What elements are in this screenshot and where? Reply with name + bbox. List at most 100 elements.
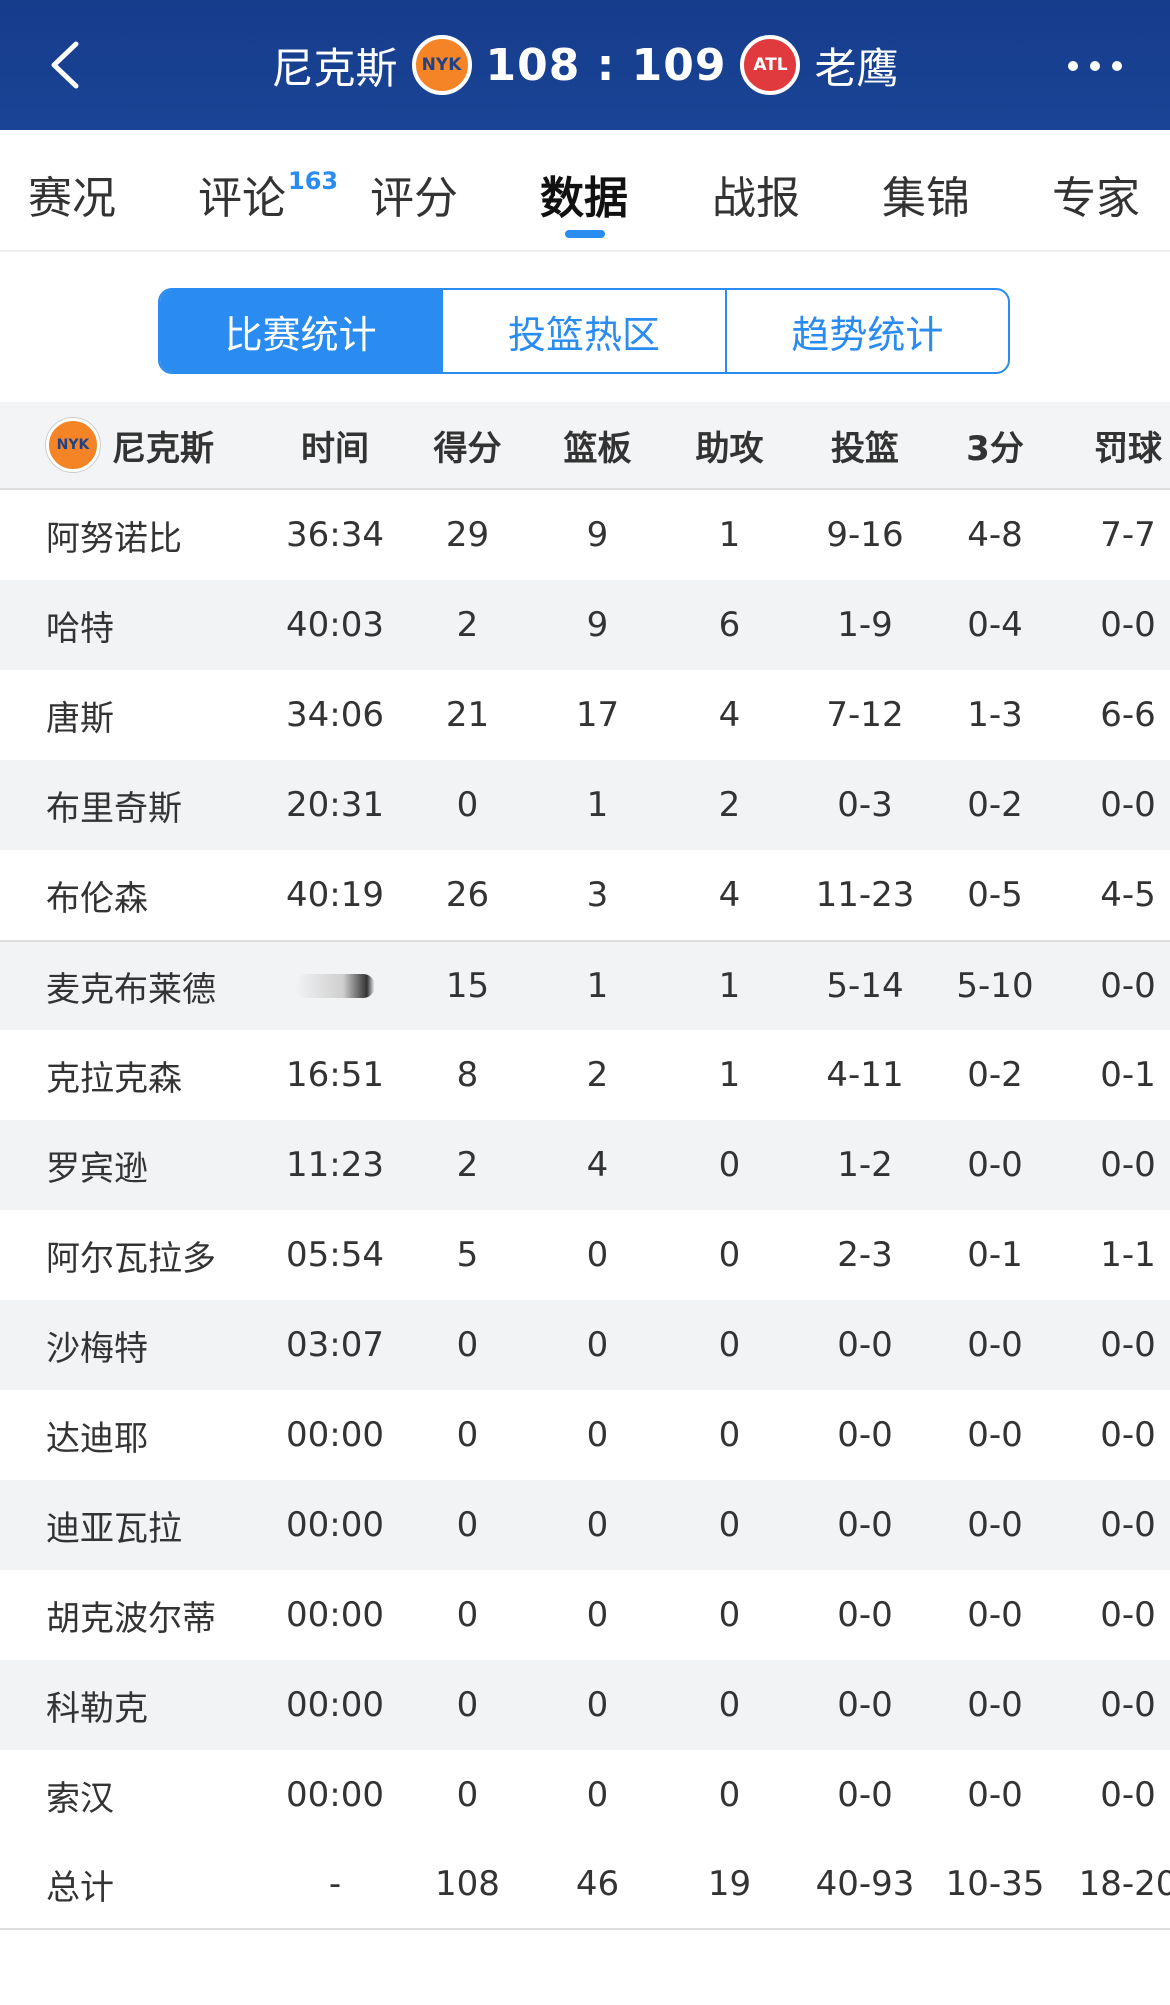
player-three-pointers: 1-3 [967,695,1023,735]
total-label: 总计 [46,1867,114,1908]
segment-game-stats[interactable]: 比赛统计 [160,290,444,372]
player-three-pointers: 4-8 [967,515,1023,555]
player-points: 5 [456,1235,479,1275]
player-field-goals: 0-0 [837,1595,893,1635]
player-three-pointers: 0-0 [967,1595,1023,1635]
col-header-three-pointers: 3分 [966,428,1024,469]
player-field-goals: 0-0 [837,1415,893,1455]
player-three-pointers: 0-5 [967,875,1023,915]
table-row[interactable]: 麦克布莱德 15 1 1 5-14 5-10 0-0 [0,940,1170,1030]
total-points: 108 [435,1864,500,1904]
player-assists: 0 [718,1685,741,1725]
table-row[interactable]: 罗宾逊 11:23 2 4 0 1-2 0-0 0-0 [0,1120,1170,1210]
more-dot-icon [1068,61,1078,71]
player-three-pointers: 0-2 [967,1055,1023,1095]
player-field-goals: 9-16 [826,515,904,555]
table-row[interactable]: 布里奇斯 20:31 0 1 2 0-3 0-2 0-0 [0,760,1170,850]
player-free-throws: 0-0 [1100,1325,1156,1365]
player-assists: 1 [718,966,741,1006]
player-assists: 0 [718,1595,741,1635]
player-free-throws: 0-0 [1100,966,1156,1006]
player-minutes: 03:07 [286,1325,384,1365]
table-row[interactable]: 克拉克森 16:51 8 2 1 4-11 0-2 0-1 [0,1030,1170,1120]
table-row[interactable]: 阿努诺比 36:34 29 9 1 9-16 4-8 7-7 [0,490,1170,580]
player-points: 21 [445,695,490,735]
table-row[interactable]: 阿尔瓦拉多 05:54 5 0 0 2-3 0-1 1-1 [0,1210,1170,1300]
player-rebounds: 1 [586,966,609,1006]
segment-trend-stats[interactable]: 趋势统计 [727,290,1008,372]
segment-shot-chart[interactable]: 投篮热区 [443,290,727,372]
player-points: 2 [456,1145,479,1185]
total-free-throws: 18-20 [1078,1864,1170,1904]
table-row[interactable]: 胡克波尔蒂 00:00 0 0 0 0-0 0-0 0-0 [0,1570,1170,1660]
player-minutes: 00:00 [286,1415,384,1455]
player-name: 阿尔瓦拉多 [46,1238,216,1279]
player-points: 26 [445,875,490,915]
tab-bar: 赛况 评论163 评分 数据 战报 集锦 专家 [0,130,1170,252]
player-three-pointers: 5-10 [956,966,1034,1006]
stats-segment-control: 比赛统计 投篮热区 趋势统计 [158,288,1010,374]
player-field-goals: 4-11 [826,1055,904,1095]
tab-comments[interactable]: 评论163 [198,162,338,226]
player-free-throws: 0-0 [1100,1685,1156,1725]
player-assists: 0 [718,1145,741,1185]
player-minutes: 34:06 [286,695,384,735]
box-score-table: NYK 尼克斯 时间 得分 篮板 助攻 投篮 3分 罚球 阿努诺比 36:34 29… [0,402,1170,1930]
player-assists: 1 [718,515,741,555]
scoreboard: 尼克斯 NYK 108 : 109 ATL 老鹰 [0,0,1170,130]
tab-highlights[interactable]: 集锦 [882,162,970,226]
player-rebounds: 2 [586,1055,609,1095]
player-field-goals: 0-0 [837,1685,893,1725]
col-header-assists: 助攻 [695,428,764,469]
tab-stats[interactable]: 数据 [540,162,628,226]
more-options-button[interactable] [1060,46,1130,86]
player-points: 2 [456,605,479,645]
player-free-throws: 6-6 [1100,695,1156,735]
player-points: 29 [445,515,490,555]
table-row[interactable]: 哈特 40:03 2 9 6 1-9 0-4 0-0 [0,580,1170,670]
player-rebounds: 0 [586,1415,609,1455]
player-free-throws: 4-5 [1100,875,1156,915]
col-header-free-throws: 罚球 [1094,428,1162,469]
player-three-pointers: 0-1 [967,1235,1023,1275]
player-free-throws: 0-0 [1100,785,1156,825]
player-rebounds: 0 [586,1595,609,1635]
more-dot-icon [1090,61,1100,71]
tab-experts[interactable]: 专家 [1052,162,1140,226]
table-row[interactable]: 索汉 00:00 0 0 0 0-0 0-0 0-0 [0,1750,1170,1840]
away-team-name: 老鹰 [814,43,899,93]
player-assists: 0 [718,1235,741,1275]
comments-count-badge: 163 [288,167,339,196]
player-name: 沙梅特 [46,1328,148,1369]
player-assists: 2 [718,785,741,825]
player-rebounds: 9 [586,605,609,645]
player-name: 迪亚瓦拉 [46,1508,182,1549]
player-name: 麦克布莱德 [46,969,216,1010]
table-row[interactable]: 唐斯 34:06 21 17 4 7-12 1-3 6-6 [0,670,1170,760]
player-three-pointers: 0-0 [967,1415,1023,1455]
game-score: 108 : 109 [485,39,727,91]
player-three-pointers: 0-2 [967,785,1023,825]
game-header: 尼克斯 NYK 108 : 109 ATL 老鹰 [0,0,1170,130]
table-row[interactable]: 科勒克 00:00 0 0 0 0-0 0-0 0-0 [0,1660,1170,1750]
tab-ratings[interactable]: 评分 [370,162,458,226]
table-row[interactable]: 达迪耶 00:00 0 0 0 0-0 0-0 0-0 [0,1390,1170,1480]
player-assists: 0 [718,1415,741,1455]
player-name: 达迪耶 [46,1418,148,1459]
player-points: 0 [456,1595,479,1635]
table-row[interactable]: 布伦森 40:19 26 3 4 11-23 0-5 4-5 [0,850,1170,940]
table-row[interactable]: 沙梅特 03:07 0 0 0 0-0 0-0 0-0 [0,1300,1170,1390]
player-rebounds: 0 [586,1505,609,1545]
total-time: - [328,1864,342,1904]
table-row[interactable]: 迪亚瓦拉 00:00 0 0 0 0-0 0-0 0-0 [0,1480,1170,1570]
tab-report[interactable]: 战报 [712,162,800,226]
player-free-throws: 0-1 [1100,1055,1156,1095]
tab-overview[interactable]: 赛况 [28,162,116,226]
player-free-throws: 0-0 [1100,1415,1156,1455]
col-header-rebounds: 篮板 [563,428,632,469]
player-points: 0 [456,1685,479,1725]
player-free-throws: 0-0 [1100,1145,1156,1185]
obscured-minutes [295,974,375,998]
player-rebounds: 17 [575,695,620,735]
player-name: 哈特 [46,608,114,649]
